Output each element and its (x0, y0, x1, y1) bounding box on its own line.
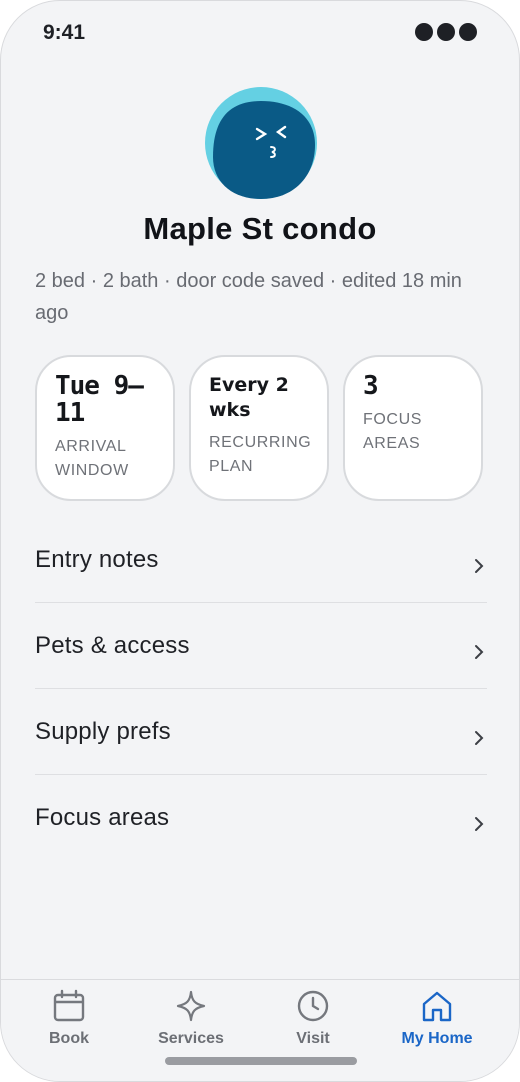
list-item-supply-prefs[interactable]: Supply prefs (35, 689, 487, 775)
list-item-entry-notes[interactable]: Entry notes (35, 517, 487, 603)
status-time: 9:41 (43, 21, 86, 44)
settings-list: Entry notes Pets & access Supply prefs F… (35, 517, 487, 860)
list-item-label: Supply prefs (35, 717, 171, 745)
tab-label: Services (158, 1030, 224, 1047)
dot (415, 23, 433, 41)
stat-label: RECURRING PLAN (209, 434, 312, 475)
tab-label: Visit (296, 1030, 330, 1047)
stat-value: 3 (363, 371, 379, 401)
phone-frame: 9:41 Maple St condo 2 bed · 2 bath · doo… (0, 0, 520, 1082)
list-item-label: Pets & access (35, 631, 190, 659)
list-item-pets-access[interactable]: Pets & access (35, 603, 487, 689)
home-indicator[interactable] (165, 1057, 357, 1065)
home-details: 2 bed · 2 bath · door code saved · edite… (35, 270, 462, 324)
tab-visit[interactable]: Visit (253, 988, 373, 1048)
clock-icon (297, 990, 329, 1022)
tab-label: Book (49, 1030, 89, 1047)
calendar-icon (53, 989, 85, 1022)
tab-my-home[interactable]: My Home (377, 988, 497, 1048)
tab-label: My Home (401, 1030, 473, 1047)
stat-cards: Tue 9–11 ARRIVAL WINDOW Every 2 wks RECU… (35, 355, 487, 501)
avatar[interactable] (205, 87, 317, 199)
stat-card-focus[interactable]: 3 FOCUS AREAS (343, 355, 483, 501)
chevron-right-icon (475, 816, 484, 831)
stat-label: ARRIVAL WINDOW (55, 438, 129, 479)
stat-card-recurring[interactable]: Every 2 wks RECURRING PLAN (189, 355, 329, 501)
tab-services[interactable]: Services (131, 988, 251, 1048)
stat-label: FOCUS AREAS (363, 411, 422, 452)
stat-value: Tue 9–11 (55, 371, 144, 428)
chevron-right-icon (475, 730, 484, 745)
list-item-focus-areas[interactable]: Focus areas (35, 775, 487, 860)
page-title: Maple St condo (143, 211, 377, 246)
stat-value: Every 2 wks (209, 374, 289, 421)
stat-card-arrival[interactable]: Tue 9–11 ARRIVAL WINDOW (35, 355, 175, 501)
tab-bar: Book Services Visit My Home (1, 979, 519, 1081)
sparkle-icon (176, 990, 206, 1022)
list-item-label: Entry notes (35, 545, 159, 573)
chevron-right-icon (475, 644, 484, 659)
list-item-label: Focus areas (35, 803, 170, 831)
dot (459, 23, 477, 41)
more-icon[interactable] (415, 23, 477, 41)
tab-book[interactable]: Book (9, 988, 129, 1048)
chevron-right-icon (475, 558, 484, 573)
home-icon (422, 991, 452, 1022)
dot (437, 23, 455, 41)
